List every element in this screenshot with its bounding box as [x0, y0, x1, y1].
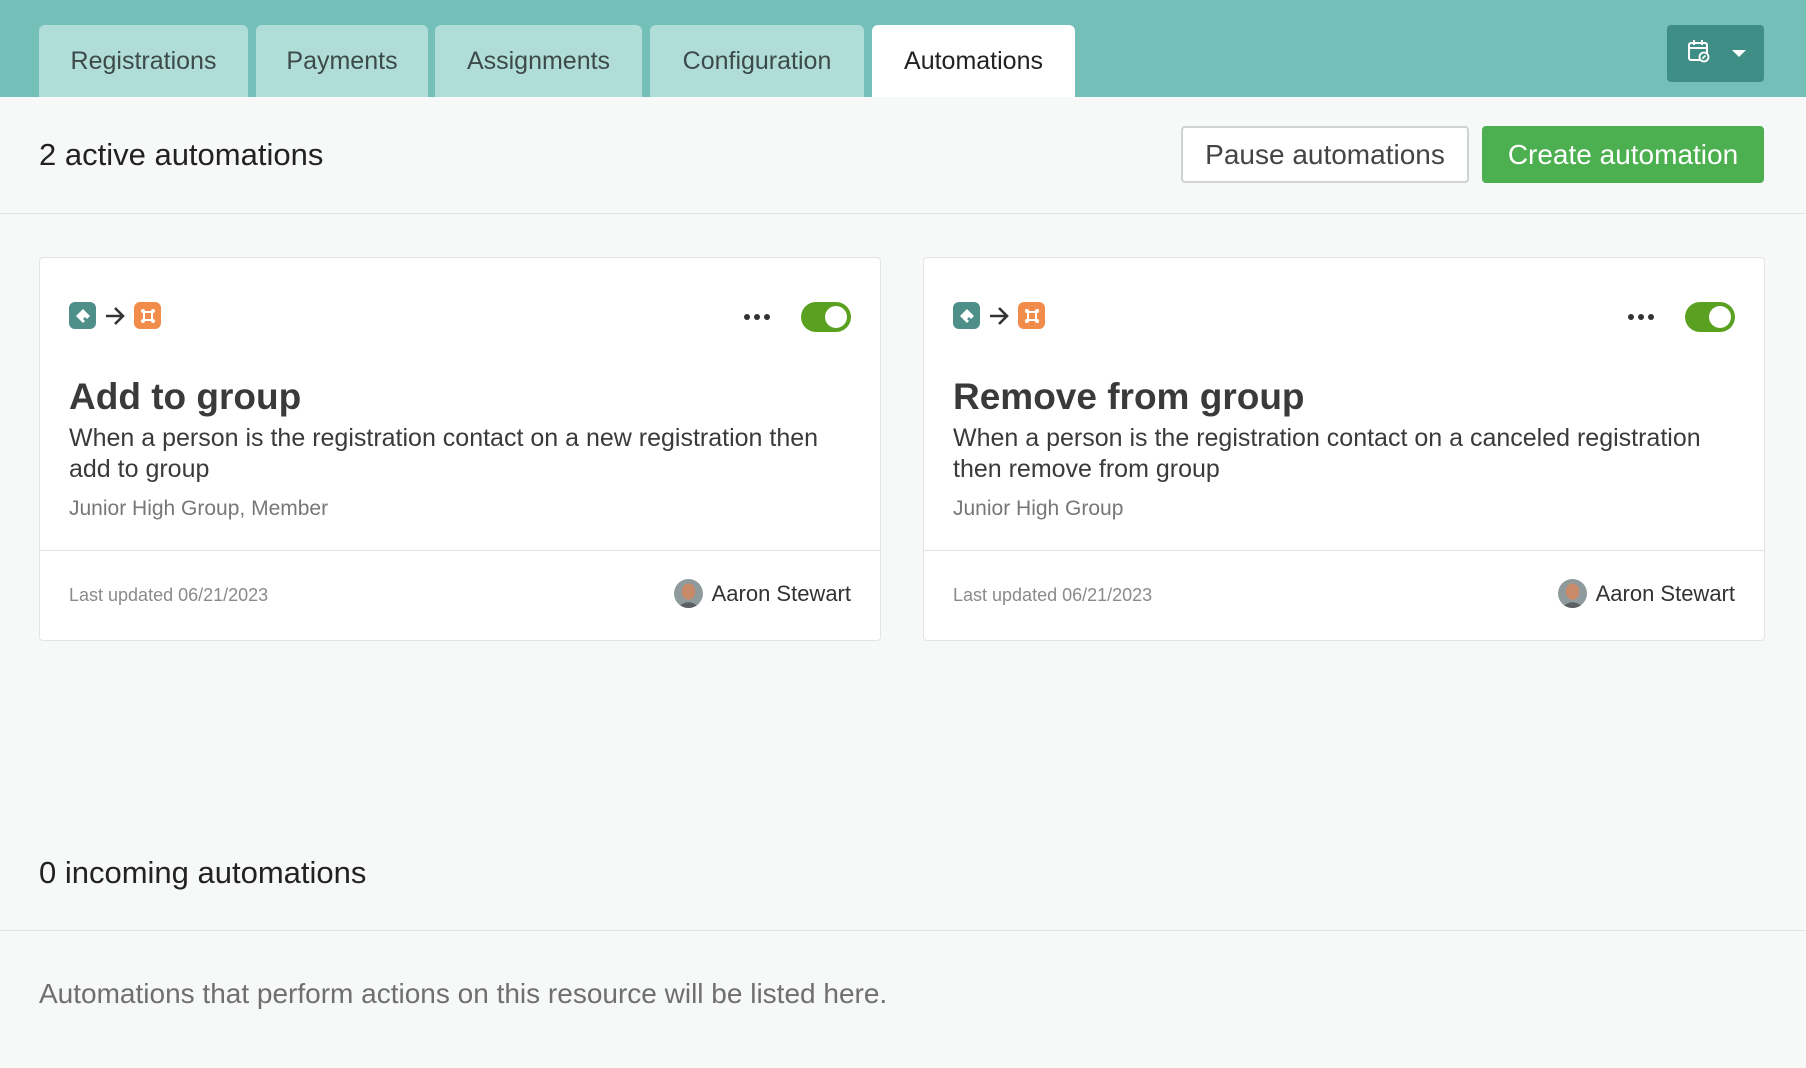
ticket-icon	[953, 302, 980, 329]
automation-card: Add to group When a person is the regist…	[39, 257, 881, 641]
groups-icon	[134, 302, 161, 329]
arrow-right-icon	[986, 303, 1012, 329]
pause-automations-button[interactable]: Pause automations	[1181, 126, 1469, 183]
divider	[0, 213, 1806, 214]
calendar-menu-button[interactable]	[1667, 25, 1764, 82]
empty-state-text: Automations that perform actions on this…	[39, 978, 888, 1009]
card-divider	[924, 550, 1764, 551]
tab-configuration[interactable]: Configuration	[650, 25, 864, 97]
automation-target: Junior High Group, Member	[69, 497, 329, 520]
incoming-automations-title: 0 incoming automations	[39, 855, 367, 890]
arrow-right-icon	[102, 303, 128, 329]
automation-target: Junior High Group	[953, 497, 1124, 520]
automation-toggle[interactable]	[801, 302, 851, 332]
calendar-link-icon	[1686, 38, 1712, 69]
groups-icon	[1018, 302, 1045, 329]
avatar	[1557, 579, 1587, 608]
automation-title: Remove from group	[953, 376, 1305, 417]
automation-description: When a person is the registration contac…	[953, 424, 1701, 483]
create-automation-button[interactable]: Create automation	[1482, 126, 1764, 183]
automation-card: Remove from group When a person is the r…	[923, 257, 1765, 641]
user-name: Aaron Stewart	[711, 580, 851, 606]
automation-description: When a person is the registration contac…	[69, 424, 819, 483]
automation-toggle[interactable]	[1685, 302, 1735, 332]
tab-payments[interactable]: Payments	[256, 25, 428, 97]
tab-registrations[interactable]: Registrations	[39, 25, 248, 97]
updated-by: Aaron Stewart	[673, 579, 851, 608]
automation-flow-icons	[953, 302, 1045, 329]
tab-bar: Registrations Payments Assignments Confi…	[0, 0, 1806, 97]
more-options-icon[interactable]	[737, 305, 777, 329]
divider	[0, 930, 1806, 931]
updated-by: Aaron Stewart	[1557, 579, 1735, 608]
card-divider	[40, 550, 880, 551]
tab-assignments[interactable]: Assignments	[435, 25, 642, 97]
last-updated: Last updated 06/21/2023	[69, 585, 269, 605]
automation-title: Add to group	[69, 376, 302, 417]
last-updated: Last updated 06/21/2023	[953, 585, 1153, 605]
automation-flow-icons	[69, 302, 161, 329]
more-options-icon[interactable]	[1621, 305, 1661, 329]
chevron-down-icon	[1731, 45, 1746, 63]
ticket-icon	[69, 302, 96, 329]
user-name: Aaron Stewart	[1595, 580, 1735, 606]
page-title: 2 active automations	[39, 137, 324, 172]
tab-automations[interactable]: Automations	[872, 25, 1075, 97]
avatar	[673, 579, 703, 608]
